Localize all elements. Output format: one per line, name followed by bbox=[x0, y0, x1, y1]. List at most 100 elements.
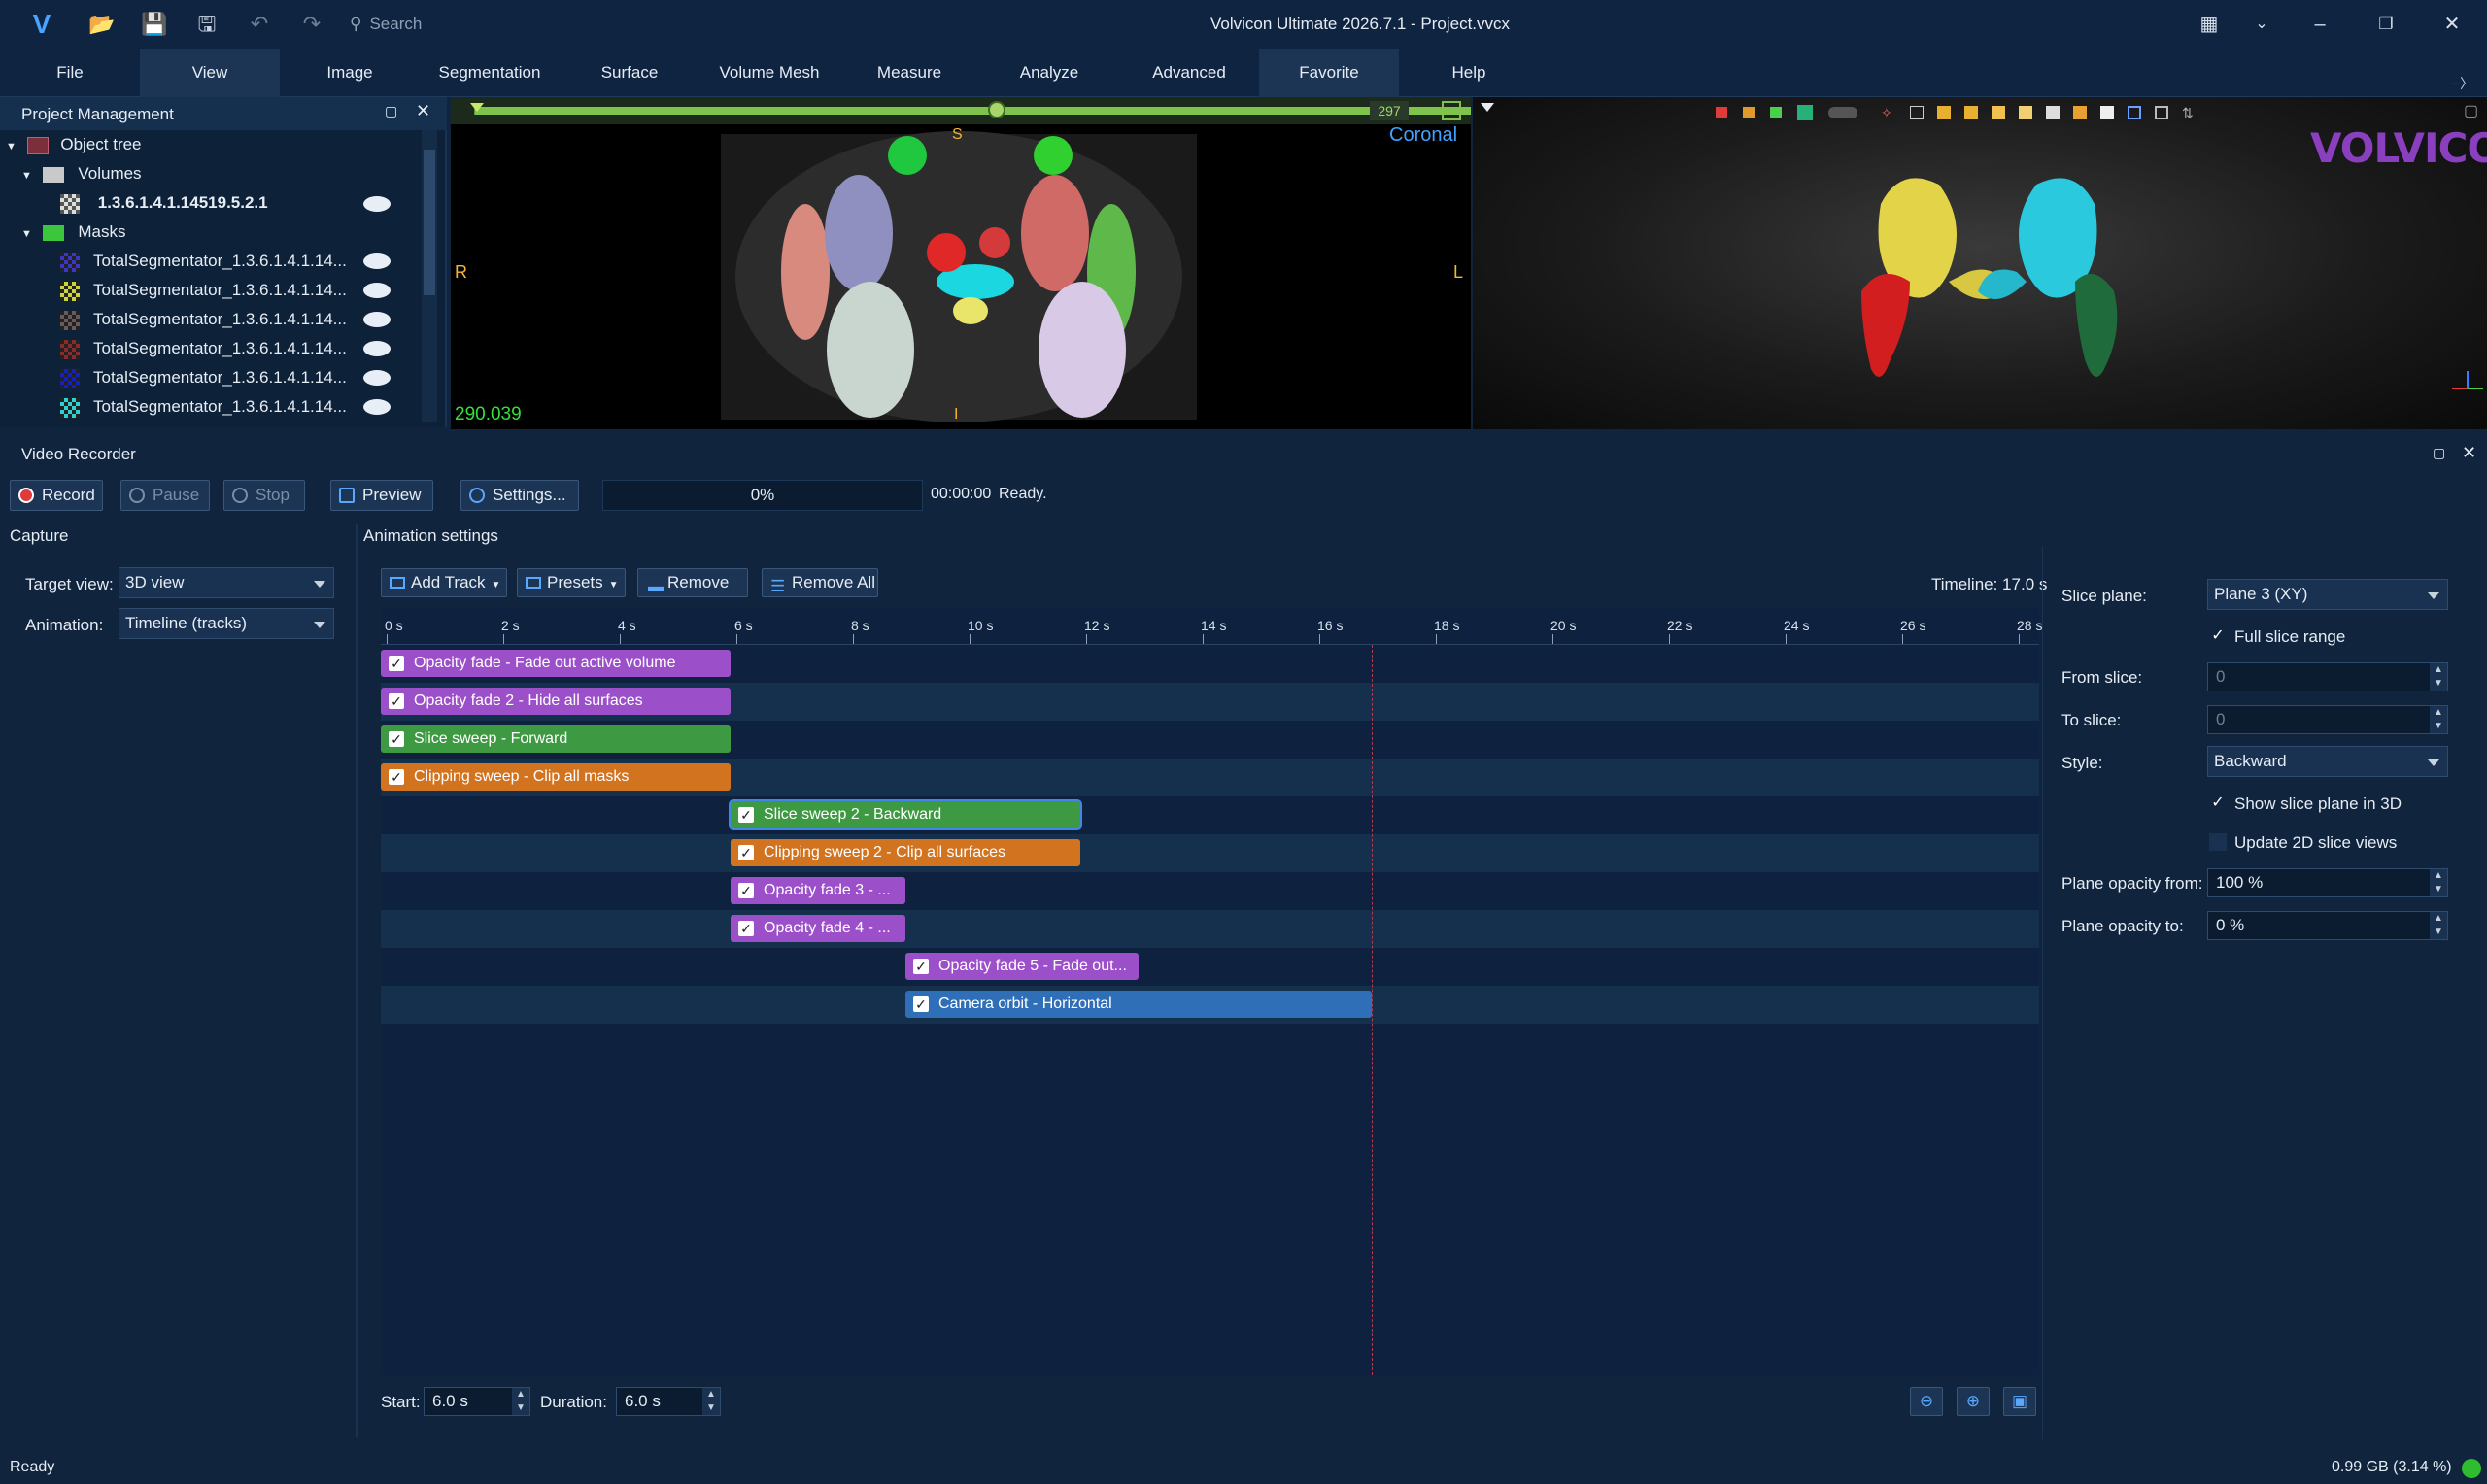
collapse-arrow-icon[interactable]: ▼ bbox=[21, 228, 32, 240]
timeline-track-row[interactable] bbox=[381, 910, 2039, 948]
timeline-track-row[interactable] bbox=[381, 872, 2039, 910]
view-bottom-icon[interactable] bbox=[2073, 106, 2087, 119]
tree-mask-item[interactable]: TotalSegmentator_1.3.6.1.4.1.14... bbox=[60, 276, 347, 305]
visibility-eye-icon[interactable] bbox=[363, 196, 391, 212]
bounding-box-icon[interactable] bbox=[1910, 106, 1924, 119]
menu-analyze[interactable]: Analyze bbox=[979, 49, 1119, 97]
view-iso-icon[interactable] bbox=[2100, 106, 2114, 119]
remove-all-button[interactable]: ☰ Remove All bbox=[762, 568, 878, 597]
visibility-eye-icon[interactable] bbox=[363, 341, 391, 356]
view-2d-coronal[interactable]: 297 Coronal R L S I 290.039 bbox=[451, 97, 1471, 429]
menu-surface[interactable]: Surface bbox=[560, 49, 699, 97]
collapse-arrow-icon[interactable]: ▼ bbox=[6, 141, 17, 152]
minimize-icon[interactable]: – bbox=[2300, 10, 2339, 39]
visibility-eye-icon[interactable] bbox=[363, 312, 391, 327]
menu-view[interactable]: View bbox=[140, 49, 280, 97]
visibility-eye-icon[interactable] bbox=[363, 283, 391, 298]
close-icon[interactable]: ✕ bbox=[2433, 10, 2471, 39]
clip-enabled-checkbox[interactable]: ✓ bbox=[913, 959, 929, 974]
tree-mask-item[interactable]: TotalSegmentator_1.3.6.1.4.1.14... bbox=[60, 247, 347, 276]
clip-enabled-checkbox[interactable]: ✓ bbox=[738, 883, 754, 898]
stop-button[interactable]: Stop bbox=[223, 480, 305, 511]
slice-plane-dropdown[interactable]: Plane 3 (XY) bbox=[2207, 579, 2448, 610]
fit-timeline-icon[interactable]: ▣ bbox=[2003, 1387, 2036, 1416]
tree-mask-item[interactable]: TotalSegmentator_1.3.6.1.4.1.14... bbox=[60, 392, 347, 422]
tree-volume-item[interactable]: 1.3.6.1.4.1.14519.5.2.1 bbox=[60, 188, 268, 218]
clip-enabled-checkbox[interactable]: ✓ bbox=[389, 731, 404, 747]
opacity-from-input[interactable]: 100 % ▲ ▼ bbox=[2207, 868, 2448, 897]
menu-favorite[interactable]: Favorite bbox=[1259, 49, 1399, 97]
spinner-arrows-icon[interactable]: ▲ ▼ bbox=[2430, 663, 2447, 691]
slice-slider-thumb[interactable] bbox=[988, 101, 1005, 118]
tree-mask-item[interactable]: TotalSegmentator_1.3.6.1.4.1.14... bbox=[60, 305, 347, 334]
menu-file[interactable]: File bbox=[0, 49, 140, 97]
show-slice-plane-checkbox[interactable]: ✓ bbox=[2209, 794, 2227, 812]
clip-enabled-checkbox[interactable]: ✓ bbox=[913, 996, 929, 1012]
menu-advanced[interactable]: Advanced bbox=[1119, 49, 1259, 97]
timeline-clip[interactable]: ✓ Opacity fade 3 - ... bbox=[731, 877, 905, 904]
spinner-arrows-icon[interactable]: ▲ ▼ bbox=[2430, 869, 2447, 896]
tree-root[interactable]: ▼ Object tree bbox=[6, 130, 142, 159]
view-front-icon[interactable] bbox=[1937, 106, 1951, 119]
clip-enabled-checkbox[interactable]: ✓ bbox=[738, 921, 754, 936]
timeline-playhead[interactable] bbox=[1372, 645, 1373, 1375]
orange-cube-icon[interactable] bbox=[1743, 107, 1755, 118]
redo-icon[interactable]: ↷ bbox=[297, 10, 326, 39]
to-slice-input[interactable]: 0 ▲ ▼ bbox=[2207, 705, 2448, 734]
axes-icon[interactable]: ✧ bbox=[1881, 105, 1892, 121]
save-icon[interactable]: 💾 bbox=[140, 10, 169, 39]
toggle-icon[interactable] bbox=[1828, 107, 1857, 118]
menu-help[interactable]: Help bbox=[1399, 49, 1539, 97]
clip-enabled-checkbox[interactable]: ✓ bbox=[389, 656, 404, 671]
zoom-out-icon[interactable]: ⊖ bbox=[1910, 1387, 1943, 1416]
full-slice-range-checkbox[interactable]: ✓ bbox=[2209, 627, 2227, 645]
spinner-arrows-icon[interactable]: ▲ ▼ bbox=[702, 1388, 720, 1415]
save-as-icon[interactable]: 🖫 bbox=[192, 10, 221, 39]
update-2d-checkbox[interactable] bbox=[2209, 833, 2227, 851]
duration-input[interactable]: 6.0 s ▲ ▼ bbox=[616, 1387, 721, 1416]
chevron-down-icon[interactable]: ⌄ bbox=[2242, 10, 2281, 39]
view-3d[interactable]: ✧ ⇅ ▢ VOLVICON bbox=[1473, 97, 2487, 429]
timeline-track-row[interactable] bbox=[381, 948, 2039, 986]
collapse-arrow-icon[interactable]: ▼ bbox=[21, 170, 32, 182]
remove-button[interactable]: ▬ Remove bbox=[637, 568, 748, 597]
spinner-arrows-icon[interactable]: ▲ ▼ bbox=[2430, 706, 2447, 733]
open-folder-icon[interactable]: 📂 bbox=[87, 10, 117, 39]
start-input[interactable]: 6.0 s ▲ ▼ bbox=[424, 1387, 530, 1416]
visibility-eye-icon[interactable] bbox=[363, 253, 391, 269]
view-left-icon[interactable] bbox=[1992, 106, 2005, 119]
visibility-eye-icon[interactable] bbox=[363, 370, 391, 386]
menu-segmentation[interactable]: Segmentation bbox=[420, 49, 560, 97]
tree-mask-item[interactable]: TotalSegmentator_1.3.6.1.4.1.14... bbox=[60, 334, 347, 363]
menu-volume-mesh[interactable]: Volume Mesh bbox=[699, 49, 839, 97]
search-input[interactable]: ⚲ Search bbox=[350, 10, 602, 39]
clip-enabled-checkbox[interactable]: ✓ bbox=[738, 845, 754, 860]
spinner-arrows-icon[interactable]: ▲ ▼ bbox=[2430, 912, 2447, 939]
timeline-clip[interactable]: ✓ Slice sweep - Forward bbox=[381, 725, 731, 753]
presets-button[interactable]: Presets ▼ bbox=[517, 568, 626, 597]
clip-enabled-checkbox[interactable]: ✓ bbox=[738, 807, 754, 823]
restore-icon[interactable]: ❐ bbox=[2367, 10, 2405, 39]
tree-masks[interactable]: ▼ Masks bbox=[21, 218, 125, 247]
settings-button[interactable]: Settings... bbox=[460, 480, 579, 511]
maximize-icon[interactable]: ▢ bbox=[2433, 445, 2445, 461]
zoom-in-icon[interactable]: ⊕ bbox=[1957, 1387, 1990, 1416]
reset-view-icon[interactable] bbox=[2155, 106, 2168, 119]
timeline-clip[interactable]: ✓ Opacity fade 5 - Fade out... bbox=[905, 953, 1139, 980]
record-button[interactable]: Record bbox=[10, 480, 103, 511]
expand-icon[interactable]: ▢ bbox=[2464, 101, 2478, 120]
opacity-to-input[interactable]: 0 % ▲ ▼ bbox=[2207, 911, 2448, 940]
green-cube-icon[interactable] bbox=[1770, 107, 1782, 118]
spinner-arrows-icon[interactable]: ▲ ▼ bbox=[512, 1388, 529, 1415]
close-icon[interactable]: ✕ bbox=[2462, 443, 2476, 463]
timeline-track-row[interactable] bbox=[381, 834, 2039, 872]
mesh-icon[interactable] bbox=[1797, 105, 1813, 120]
pause-button[interactable]: Pause bbox=[120, 480, 210, 511]
maximize-icon[interactable]: ▢ bbox=[385, 103, 397, 119]
timeline-clip[interactable]: ✓ Opacity fade 4 - ... bbox=[731, 915, 905, 942]
view-back-icon[interactable] bbox=[1964, 106, 1978, 119]
zoom-fit-icon[interactable] bbox=[2128, 106, 2141, 119]
tree-mask-item[interactable]: TotalSegmentator_1.3.6.1.4.1.14... bbox=[60, 363, 347, 392]
visibility-eye-icon[interactable] bbox=[363, 399, 391, 415]
screenshot-icon[interactable]: ⇅ bbox=[2182, 105, 2194, 121]
